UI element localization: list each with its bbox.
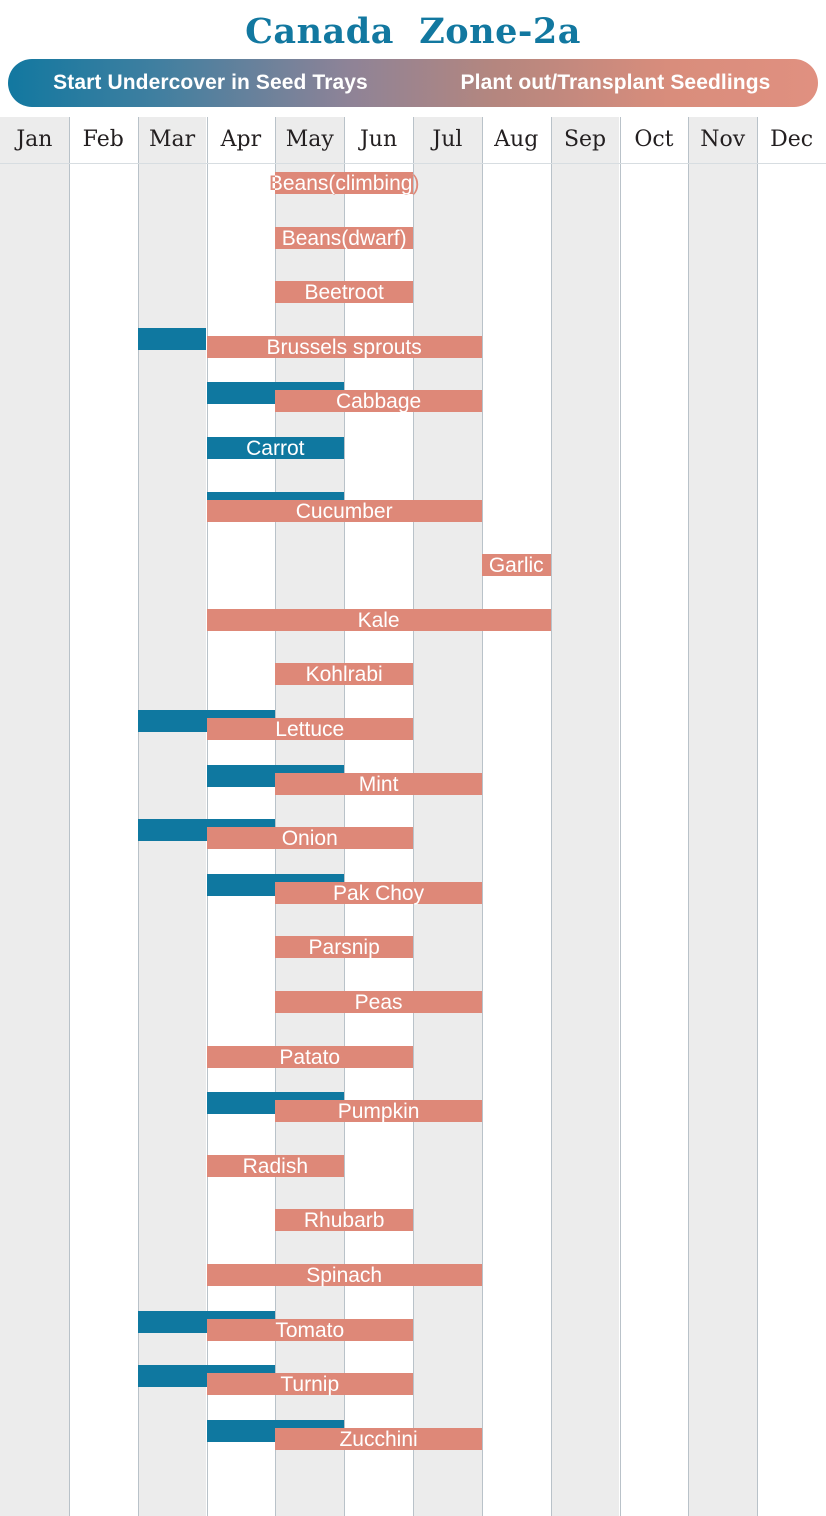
month-label-nov: Nov — [700, 127, 746, 152]
month-column-feb — [68, 117, 138, 1516]
month-label-aug: Aug — [494, 127, 539, 152]
legend-bar: Start Undercover in Seed Trays Plant out… — [8, 59, 818, 107]
month-label-oct: Oct — [634, 127, 674, 152]
month-column-dec — [757, 117, 826, 1516]
month-column-jul — [413, 117, 482, 1516]
plant-bar[interactable] — [275, 936, 413, 959]
plant-bar[interactable] — [275, 772, 482, 795]
header-divider — [0, 163, 826, 164]
plant-bar[interactable] — [206, 827, 413, 850]
column-separator — [550, 117, 552, 1516]
column-separator — [275, 117, 277, 1516]
plant-bar[interactable] — [206, 1045, 413, 1068]
plant-bar[interactable] — [206, 718, 413, 740]
month-column-nov — [688, 117, 758, 1516]
month-column-jan — [0, 117, 69, 1516]
sow-bar[interactable] — [137, 327, 207, 350]
plant-bar[interactable] — [275, 881, 482, 904]
sow-bar[interactable] — [206, 437, 345, 459]
month-column-jun — [344, 117, 413, 1516]
plant-bar[interactable] — [206, 1318, 413, 1341]
planting-calendar-grid: Jan Feb Mar Apr May Jun Jul Aug Sep Oct Nov Dec Bea… — [0, 117, 826, 1516]
month-label-mar: Mar — [148, 127, 196, 152]
plant-bar[interactable] — [275, 226, 413, 249]
month-label-feb: Feb — [82, 127, 124, 152]
column-separator — [619, 117, 621, 1516]
plant-bar[interactable] — [206, 608, 551, 631]
plant-bar[interactable] — [206, 1373, 413, 1396]
month-label-jun: Jun — [359, 127, 398, 152]
column-separator — [68, 117, 70, 1516]
crop-label-clip: Beans(climbing) — [275, 172, 413, 194]
month-label-jan: Jan — [16, 127, 53, 152]
column-separator — [413, 117, 414, 1516]
plant-bar[interactable] — [275, 1209, 413, 1232]
plant-bar[interactable] — [275, 1427, 482, 1450]
column-separator — [757, 117, 759, 1516]
month-label-sep: Sep — [563, 127, 607, 152]
plant-bar[interactable] — [275, 663, 413, 686]
plant-bar[interactable] — [275, 1100, 482, 1123]
month-column-apr — [206, 117, 276, 1516]
plant-bar[interactable] — [206, 499, 482, 522]
month-label-dec: Dec — [770, 127, 814, 152]
plant-bar[interactable] — [275, 281, 413, 304]
plant-bar[interactable] — [481, 554, 551, 577]
legend-plant-label: Plant out/Transplant Seedlings — [460, 71, 771, 94]
column-separator — [344, 117, 346, 1516]
month-label-may: May — [285, 127, 334, 152]
plant-bar[interactable] — [206, 335, 482, 358]
month-column-oct — [619, 117, 689, 1516]
plant-bar[interactable] — [275, 390, 482, 413]
month-column-aug — [481, 117, 551, 1516]
page-title: Canada Zone-2a — [245, 11, 581, 52]
month-label-jul: Jul — [432, 127, 463, 152]
plant-bar[interactable] — [206, 1154, 345, 1177]
column-separator — [206, 117, 208, 1516]
month-label-apr: Apr — [220, 127, 262, 152]
plant-bar[interactable] — [206, 1264, 482, 1286]
legend-sow-label: Start Undercover in Seed Trays — [53, 71, 368, 94]
column-separator — [481, 117, 483, 1516]
month-column-sep — [550, 117, 620, 1516]
column-separator — [688, 117, 690, 1516]
month-column-may — [275, 117, 345, 1516]
plant-bar[interactable] — [275, 991, 482, 1013]
